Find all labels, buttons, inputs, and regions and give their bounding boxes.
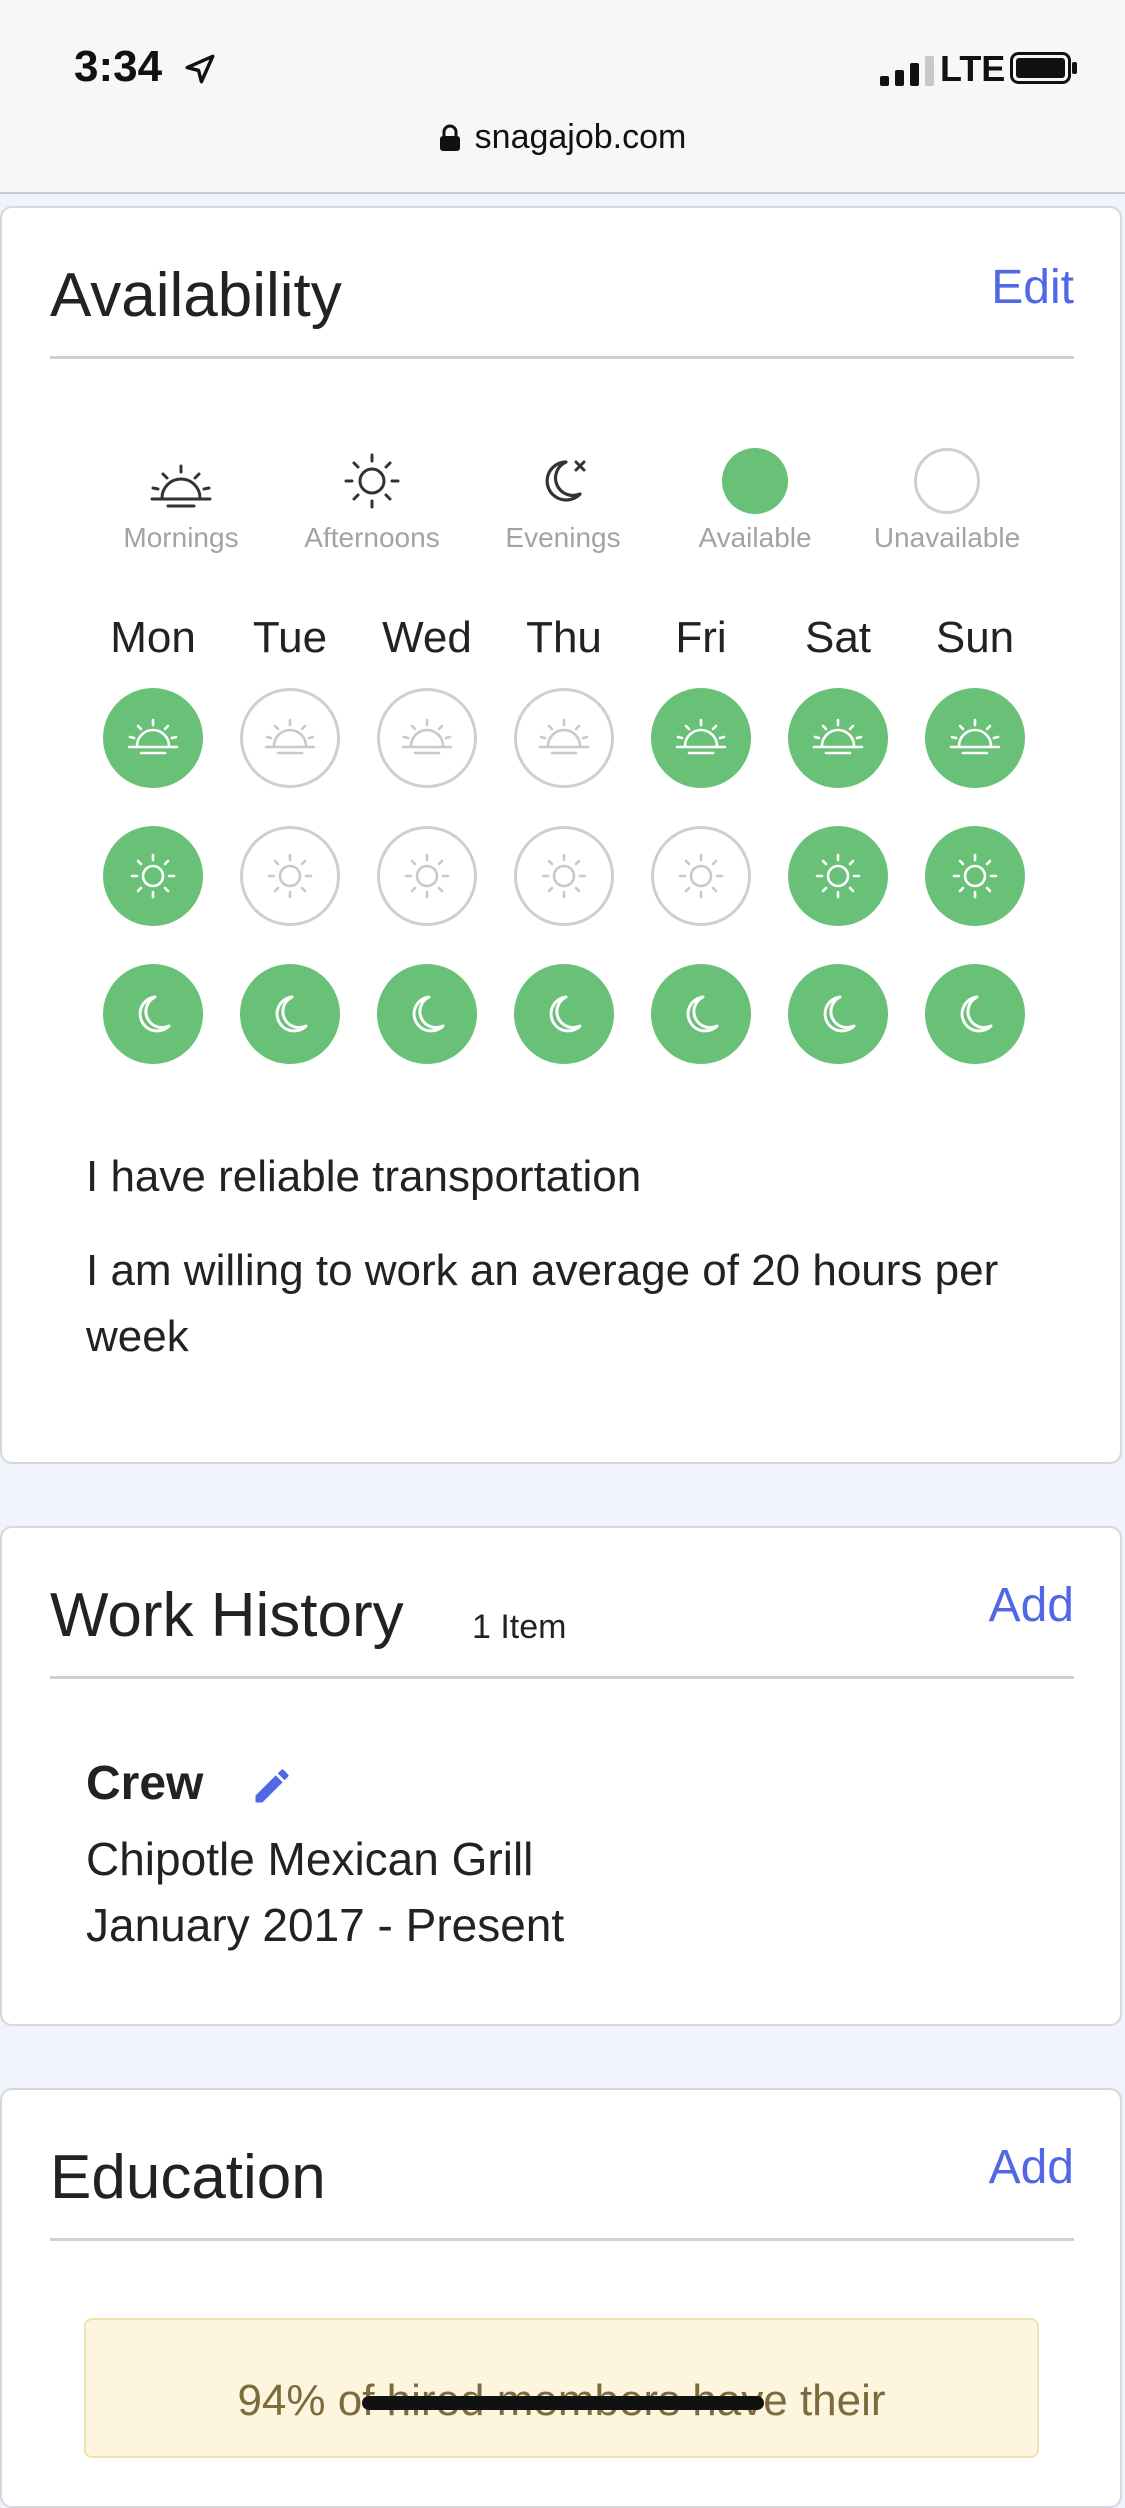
- url-text: snagajob.com: [474, 118, 687, 156]
- day-label-sun: Sun: [935, 613, 1015, 662]
- address-bar[interactable]: snagajob.com: [0, 118, 1125, 157]
- moon-icon: [823, 995, 856, 1033]
- day-label-mon: Mon: [110, 613, 196, 662]
- education-promo-banner: 94% of hired members have their: [84, 2318, 1039, 2458]
- moon-icon: [549, 995, 582, 1033]
- location-arrow-icon: [185, 54, 215, 84]
- sun-icon: [541, 853, 587, 899]
- unavailable-dot-icon: [914, 448, 980, 514]
- day-label-thu: Thu: [526, 613, 602, 662]
- moon-icon: [686, 995, 719, 1033]
- divider: [50, 2238, 1074, 2241]
- education-title: Education: [50, 2143, 326, 2212]
- lock-icon: [439, 124, 460, 151]
- add-work-history-button[interactable]: Add: [989, 1578, 1074, 1633]
- day-label-sat: Sat: [804, 613, 872, 662]
- slot-fri-evenings: [651, 964, 751, 1064]
- hours-text: I am willing to work an average of 20 ho…: [86, 1246, 999, 1361]
- slot-mon-afternoons: [103, 826, 203, 926]
- slot-tue-afternoons: [240, 826, 340, 926]
- slot-sun-mornings: [925, 688, 1025, 788]
- work-history-count: 1 Item: [472, 1608, 567, 1646]
- slot-wed-afternoons: [377, 826, 477, 926]
- day-label-fri: Fri: [675, 613, 727, 662]
- moon-icon: [412, 995, 445, 1033]
- legend-unavailable: Unavailable: [857, 448, 1037, 554]
- divider: [50, 1676, 1074, 1679]
- job-employer: Chipotle Mexican Grill: [86, 1833, 534, 1885]
- add-education-button[interactable]: Add: [989, 2140, 1074, 2195]
- slot-sun-afternoons: [925, 826, 1025, 926]
- sunrise-icon: [401, 718, 453, 755]
- sun-icon: [952, 853, 998, 899]
- sunrise-icon: [150, 464, 212, 508]
- slot-sat-evenings: [788, 964, 888, 1064]
- legend-label: Evenings: [505, 522, 621, 553]
- day-label-tue: Tue: [252, 613, 328, 662]
- slot-fri-afternoons: [651, 826, 751, 926]
- slot-thu-evenings: [514, 964, 614, 1064]
- availability-title: Availability: [50, 261, 342, 330]
- work-history-title: Work History: [50, 1581, 404, 1650]
- legend-label: Afternoons: [304, 522, 440, 553]
- slot-mon-evenings: [103, 964, 203, 1064]
- slot-thu-mornings: [514, 688, 614, 788]
- legend-label: Available: [698, 522, 812, 553]
- legend-available: Available: [665, 448, 845, 554]
- signal-icon: [880, 52, 934, 86]
- slot-fri-mornings: [651, 688, 751, 788]
- sun-icon: [344, 453, 400, 509]
- sun-icon: [130, 853, 176, 899]
- slot-wed-mornings: [377, 688, 477, 788]
- sun-icon: [678, 853, 724, 899]
- legend-mornings: Mornings: [91, 448, 271, 554]
- sun-icon: [404, 853, 450, 899]
- slot-thu-afternoons: [514, 826, 614, 926]
- moon-icon: [275, 995, 308, 1033]
- clock: 3:34: [74, 42, 163, 91]
- divider: [50, 356, 1074, 359]
- day-label-wed: Wed: [382, 613, 472, 662]
- slot-tue-mornings: [240, 688, 340, 788]
- status-bar: 3:34 LTE snagajob.com: [0, 0, 1125, 194]
- battery-icon: [1010, 52, 1077, 84]
- pencil-icon[interactable]: [250, 1764, 294, 1808]
- moon-icon: [960, 995, 993, 1033]
- sun-icon: [267, 853, 313, 899]
- availability-card: Availability Edit Mornings Afternoons Ev…: [0, 206, 1122, 1464]
- legend-evenings: Evenings: [473, 448, 653, 554]
- sunrise-icon: [264, 718, 316, 755]
- sunrise-icon: [812, 718, 864, 755]
- moon-icon: [138, 995, 171, 1033]
- slot-tue-evenings: [240, 964, 340, 1064]
- sun-icon: [815, 853, 861, 899]
- slot-sat-mornings: [788, 688, 888, 788]
- network-type: LTE: [940, 48, 1006, 89]
- slot-sat-afternoons: [788, 826, 888, 926]
- slot-wed-evenings: [377, 964, 477, 1064]
- sunrise-icon: [949, 718, 1001, 755]
- job-dates: January 2017 - Present: [86, 1899, 565, 1951]
- home-indicator[interactable]: [362, 2396, 764, 2410]
- sunrise-icon: [675, 718, 727, 755]
- legend-label: Unavailable: [873, 522, 1021, 553]
- sunrise-icon: [538, 718, 590, 755]
- edit-availability-button[interactable]: Edit: [991, 260, 1074, 315]
- work-history-card: Work History 1 Item Add Crew Chipotle Me…: [0, 1526, 1122, 2026]
- slot-mon-mornings: [103, 688, 203, 788]
- legend-afternoons: Afternoons: [282, 448, 462, 554]
- sunrise-icon: [127, 718, 179, 755]
- legend-label: Mornings: [123, 522, 239, 553]
- job-title: Crew: [86, 1757, 204, 1810]
- slot-sun-evenings: [925, 964, 1025, 1064]
- transportation-text: I have reliable transportation: [86, 1152, 642, 1201]
- available-dot-icon: [722, 448, 788, 514]
- moon-icon: [545, 460, 586, 502]
